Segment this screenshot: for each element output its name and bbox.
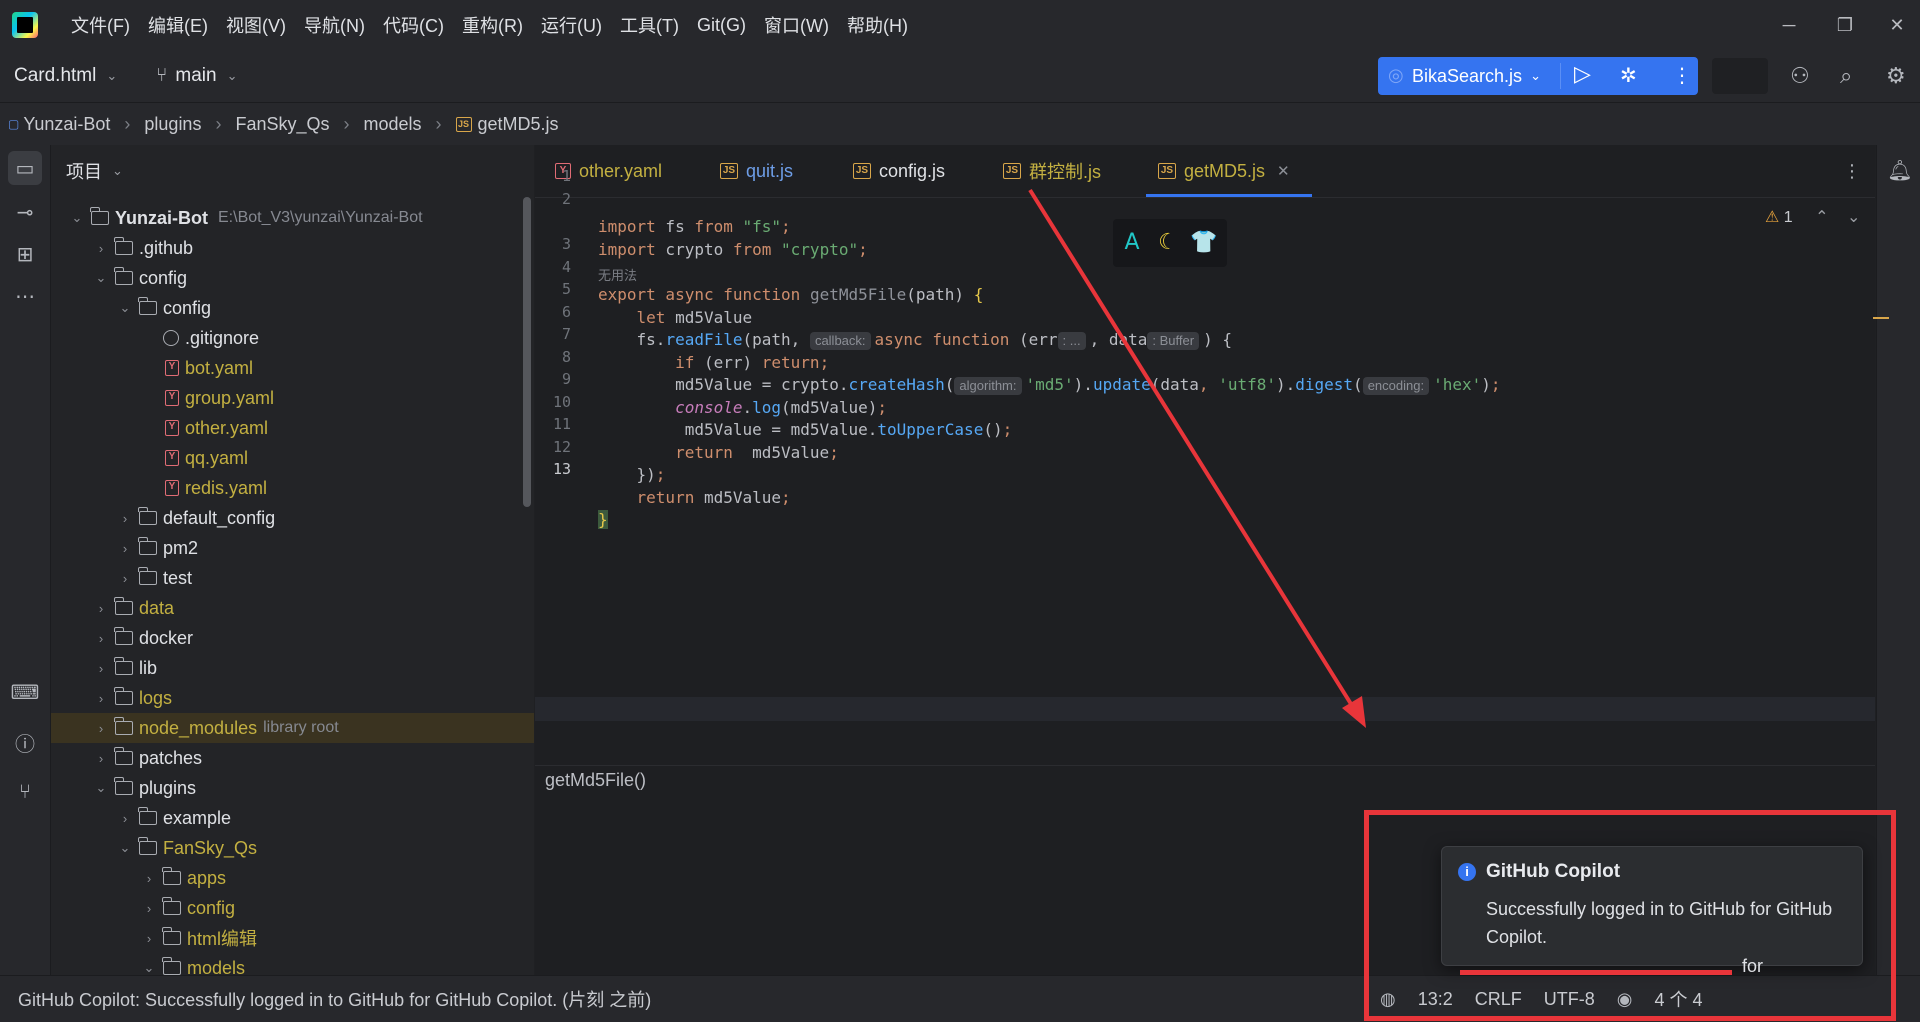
annotation-arrow [1028,188,1366,728]
arrow-line [1028,188,1358,714]
arrow-head [1342,696,1366,728]
